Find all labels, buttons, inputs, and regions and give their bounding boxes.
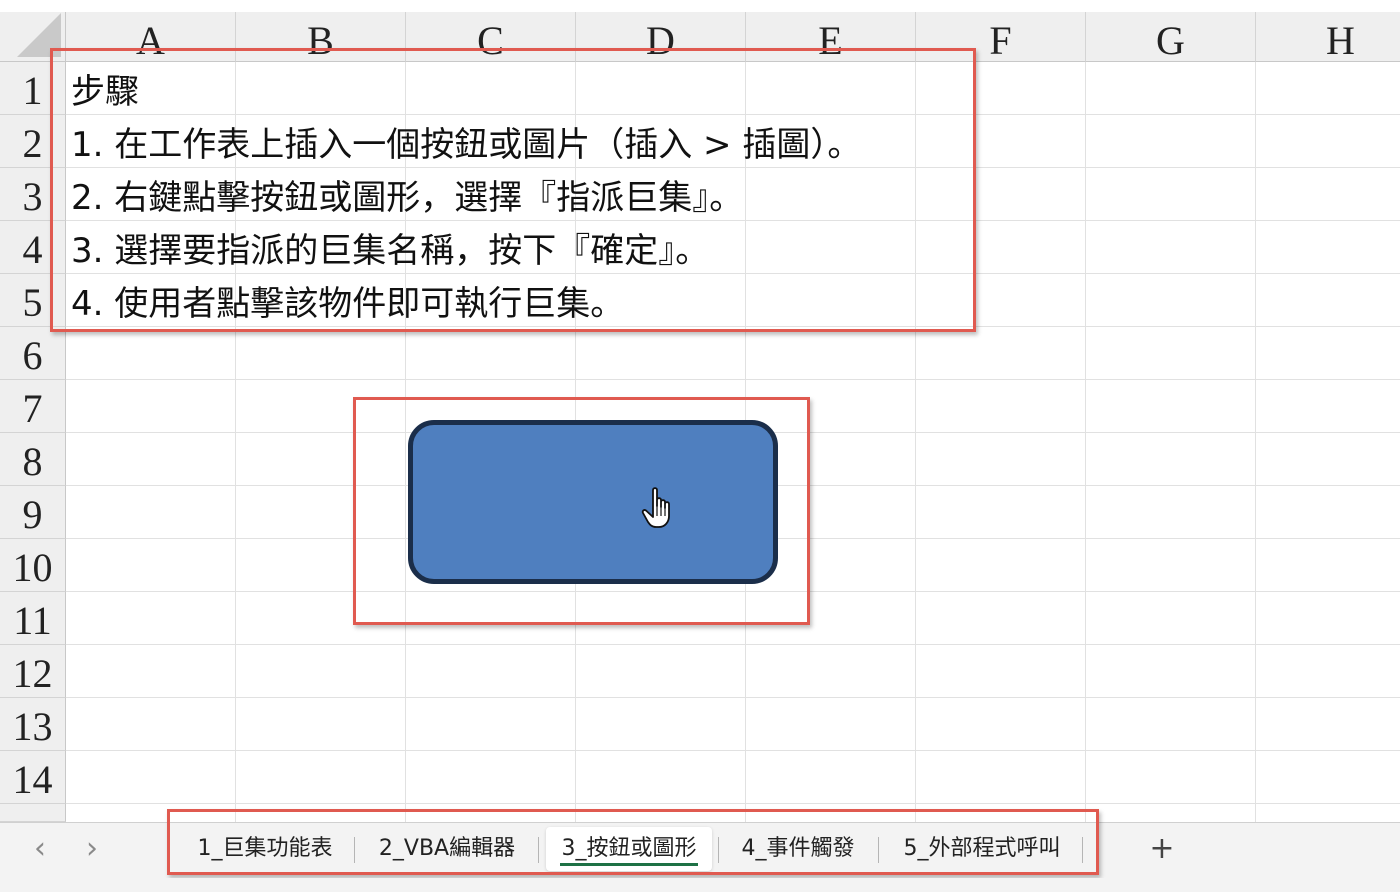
gridline-h	[66, 803, 1400, 804]
hand-pointer-icon	[641, 487, 670, 528]
row-header-10[interactable]: 10	[0, 539, 66, 592]
macro-button-shape[interactable]	[408, 420, 778, 584]
row-header-12[interactable]: 12	[0, 645, 66, 698]
sheet-tab-bar: ‹ › 1_巨集功能表 2_VBA編輯器 3_按鈕或圖形 4_事件觸發 5_外部…	[0, 809, 1400, 878]
row-header-7[interactable]: 7	[0, 380, 66, 433]
row-header-8[interactable]: 8	[0, 433, 66, 486]
add-sheet-plus-icon[interactable]: +	[1144, 829, 1180, 869]
prev-sheet-chevron-left-icon[interactable]: ‹	[22, 831, 58, 867]
gridline-v	[1085, 62, 1086, 822]
worksheet-grid[interactable]: A B C D E F G H 1 2 3 4 5 6 7 8 9 10 11 …	[0, 0, 1400, 822]
row-header-9[interactable]: 9	[0, 486, 66, 539]
gridline-h	[66, 644, 1400, 645]
gridline-h	[66, 697, 1400, 698]
tabs-highlight-box	[167, 809, 1099, 875]
gridline-h	[66, 379, 1400, 380]
row-header-11[interactable]: 11	[0, 592, 66, 645]
status-strip	[0, 878, 1400, 892]
gridline-v	[1255, 62, 1256, 822]
excel-window: A B C D E F G H 1 2 3 4 5 6 7 8 9 10 11 …	[0, 0, 1400, 892]
instructions-highlight-box	[50, 48, 976, 332]
column-header-g[interactable]: G	[1086, 12, 1256, 63]
top-strip	[0, 0, 1400, 12]
row-header-15-partial[interactable]	[0, 804, 66, 822]
gridline-h	[66, 750, 1400, 751]
row-header-6[interactable]: 6	[0, 327, 66, 380]
row-header-14[interactable]: 14	[0, 751, 66, 804]
column-header-h[interactable]: H	[1256, 12, 1400, 63]
next-sheet-chevron-right-icon[interactable]: ›	[74, 831, 110, 867]
row-header-13[interactable]: 13	[0, 698, 66, 751]
